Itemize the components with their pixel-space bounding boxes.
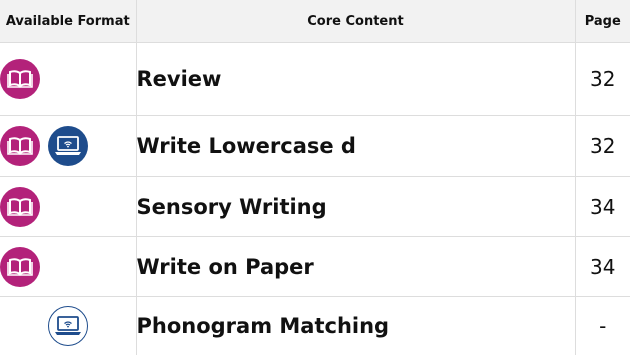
format-cell <box>0 297 136 355</box>
table-row: Write on Paper 34 <box>0 237 630 297</box>
table-row: Review 32 <box>0 43 630 116</box>
lesson-content-table: Available Format Core Content Page R <box>0 0 630 355</box>
header-core-content: Core Content <box>136 0 575 43</box>
page-number: 34 <box>575 177 630 237</box>
page-number: 32 <box>575 116 630 177</box>
format-cell <box>0 43 136 116</box>
book-icon <box>0 247 40 287</box>
header-page: Page <box>575 0 630 43</box>
page-number: - <box>575 297 630 355</box>
book-icon <box>0 126 40 166</box>
header-row: Available Format Core Content Page <box>0 0 630 43</box>
core-content-title: Sensory Writing <box>136 177 575 237</box>
table-row: Write Lowercase d 32 <box>0 116 630 177</box>
book-icon <box>0 187 40 227</box>
format-cell <box>0 116 136 177</box>
table-row: Sensory Writing 34 <box>0 177 630 237</box>
core-content-title: Phonogram Matching <box>136 297 575 355</box>
digital-device-icon <box>48 306 88 346</box>
core-content-title: Review <box>136 43 575 116</box>
format-cell <box>0 237 136 297</box>
page-number: 34 <box>575 237 630 297</box>
core-content-title: Write Lowercase d <box>136 116 575 177</box>
page-number: 32 <box>575 43 630 116</box>
core-content-title: Write on Paper <box>136 237 575 297</box>
digital-device-icon <box>48 126 88 166</box>
book-icon <box>0 59 40 99</box>
format-cell <box>0 177 136 237</box>
table-row: Phonogram Matching - <box>0 297 630 355</box>
header-available-format: Available Format <box>0 0 136 43</box>
